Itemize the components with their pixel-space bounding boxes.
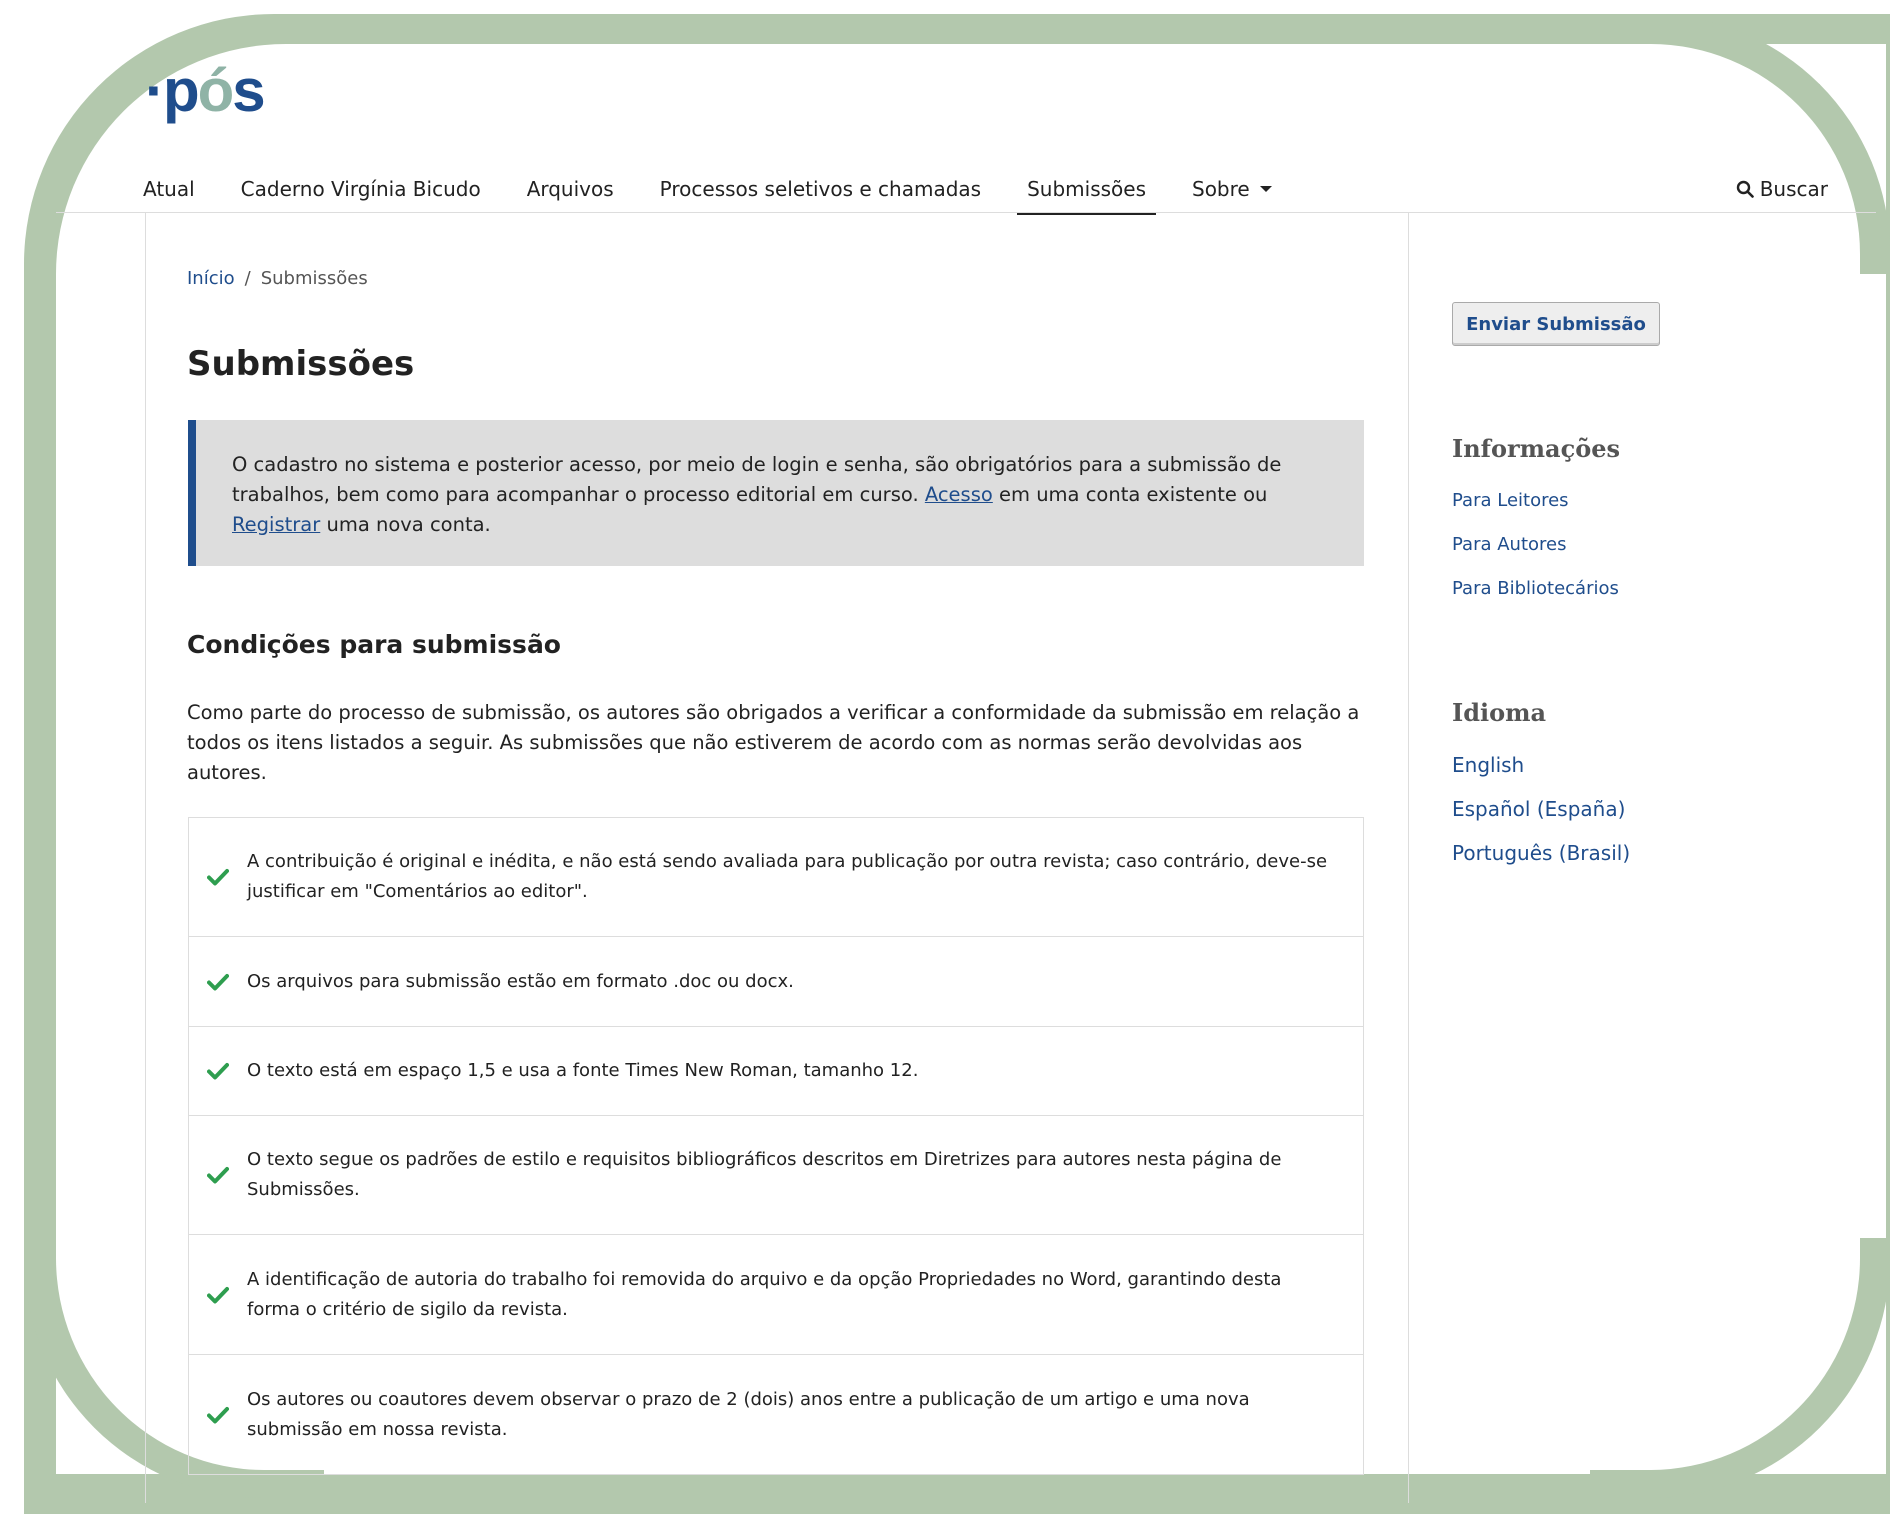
search-icon — [1736, 180, 1754, 198]
check-icon — [207, 868, 247, 886]
lang-portugues[interactable]: Português (Brasil) — [1452, 841, 1630, 865]
nav-item-processos[interactable]: Processos seletivos e chamadas — [637, 166, 1004, 212]
link-for-authors[interactable]: Para Autores — [1452, 534, 1566, 555]
conditions-checklist: A contribuição é original e inédita, e n… — [188, 817, 1364, 1475]
link-for-librarians[interactable]: Para Bibliotecários — [1452, 578, 1619, 599]
submit-button[interactable]: Enviar Submissão — [1452, 302, 1660, 346]
main-border — [145, 213, 146, 1503]
nav-item-arquivos[interactable]: Arquivos — [504, 166, 637, 212]
list-item: Os arquivos para submissão estão em form… — [189, 937, 1363, 1027]
search-link[interactable]: Buscar — [1736, 166, 1828, 212]
breadcrumb-current: Submissões — [260, 268, 368, 289]
lang-espanol[interactable]: Español (España) — [1452, 797, 1625, 821]
conditions-intro: Como parte do processo de submissão, os … — [187, 701, 1360, 784]
chevron-down-icon — [1259, 186, 1272, 192]
conditions-title: Condições para submissão — [187, 630, 561, 659]
nav-item-submissoes[interactable]: Submissões — [1017, 166, 1156, 215]
site-logo[interactable]: ·pós — [145, 56, 266, 125]
check-icon — [207, 1062, 247, 1080]
page-title: Submissões — [187, 344, 415, 384]
nav-item-sobre[interactable]: Sobre — [1169, 166, 1295, 212]
list-item: O texto está em espaço 1,5 e usa a fonte… — [189, 1027, 1363, 1116]
info-heading: Informações — [1452, 434, 1620, 463]
main-nav: Atual Caderno Virgínia Bicudo Arquivos P… — [143, 166, 1295, 215]
sidebar-border — [1408, 213, 1409, 1503]
nav-item-caderno[interactable]: Caderno Virgínia Bicudo — [218, 166, 504, 212]
breadcrumb: Início / Submissões — [187, 268, 368, 289]
breadcrumb-home-link[interactable]: Início — [187, 268, 235, 289]
registration-notice: O cadastro no sistema e posterior acesso… — [188, 420, 1364, 566]
login-link[interactable]: Acesso — [925, 483, 993, 506]
check-icon — [207, 973, 247, 991]
check-icon — [207, 1406, 247, 1424]
check-icon — [207, 1166, 247, 1184]
language-heading: Idioma — [1452, 698, 1547, 727]
list-item: Os autores ou coautores devem observar o… — [189, 1355, 1363, 1475]
register-link[interactable]: Registrar — [232, 513, 320, 536]
list-item: A identificação de autoria do trabalho f… — [189, 1235, 1363, 1355]
lang-english[interactable]: English — [1452, 753, 1524, 777]
nav-divider — [56, 212, 1876, 213]
list-item: A contribuição é original e inédita, e n… — [189, 818, 1363, 937]
nav-item-atual[interactable]: Atual — [143, 166, 218, 212]
page: ·pós Atual Caderno Virgínia Bicudo Arqui… — [0, 0, 1890, 1503]
search-label: Buscar — [1759, 177, 1828, 201]
list-item: O texto segue os padrões de estilo e req… — [189, 1116, 1363, 1235]
link-for-readers[interactable]: Para Leitores — [1452, 490, 1569, 511]
check-icon — [207, 1286, 247, 1304]
